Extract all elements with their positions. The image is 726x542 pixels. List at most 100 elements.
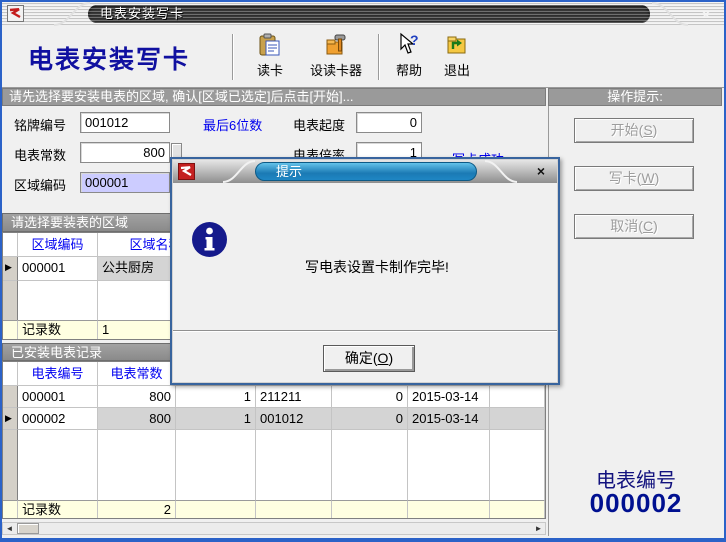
filler-cell	[98, 430, 176, 500]
filler-cell	[18, 281, 98, 320]
reader-setup-button[interactable]: 设读卡器	[298, 30, 374, 86]
svg-text:?: ?	[410, 32, 419, 48]
page-title: 电表安装写卡	[28, 40, 190, 76]
filler-cell	[332, 430, 408, 500]
exit-button[interactable]: 退出	[434, 30, 480, 86]
instruction-bar: 请先选择要安装电表的区域, 确认[区域已选定]后点击[开始]...	[2, 88, 546, 106]
titlebar-swoosh	[54, 2, 90, 26]
write-card-button[interactable]: 写卡(W)	[574, 166, 694, 191]
start-reading-input[interactable]: 0	[356, 112, 422, 133]
meter-number-value: 000002	[549, 488, 723, 519]
constant-label: 电表常数	[14, 145, 66, 164]
help-label: 帮助	[396, 60, 422, 79]
region-code-input[interactable]: 000001	[80, 172, 170, 193]
table-row[interactable]: 000001 800 1 211211 0 2015-03-14	[3, 386, 545, 408]
toolbar: 电表安装写卡 读卡	[2, 26, 724, 88]
cell-ratio[interactable]: 1	[176, 408, 256, 430]
region-code-label: 区域编码	[14, 175, 66, 194]
nameplate-input[interactable]: 001012	[80, 112, 170, 133]
footer-marker	[3, 320, 18, 340]
filler-cell	[408, 430, 490, 500]
filler-marker	[3, 281, 18, 320]
close-icon[interactable]: ×	[698, 6, 714, 22]
read-card-button[interactable]: 读卡	[242, 30, 298, 86]
constant-input[interactable]: 800	[80, 142, 170, 163]
region-col-code[interactable]: 区域编码	[18, 233, 98, 257]
titlebar-swoosh-right	[652, 2, 688, 26]
cell-extra	[490, 386, 545, 408]
dialog-separator	[173, 330, 557, 332]
reader-setup-label: 设读卡器	[310, 60, 362, 79]
read-card-label: 读卡	[257, 60, 283, 79]
footer-cell	[490, 500, 545, 519]
dialog-close-icon[interactable]: ×	[533, 163, 549, 179]
footer-cell	[256, 500, 332, 519]
footer-cell	[176, 500, 256, 519]
start-reading-label: 电表起度	[293, 115, 345, 134]
dialog-logo-icon	[178, 163, 195, 180]
cell-meter-number[interactable]: 000002	[18, 408, 98, 430]
meters-record-count-label: 记录数	[18, 500, 98, 519]
nameplate-hint: 最后6位数	[203, 115, 262, 134]
help-button[interactable]: ? 帮助	[386, 30, 432, 86]
exit-icon	[444, 32, 470, 58]
meter-col-constant[interactable]: 电表常数	[98, 362, 176, 386]
dialog-message: 写电表设置卡制作完毕!	[305, 257, 449, 277]
window-title-pill: 电表安装写卡	[88, 5, 650, 23]
nameplate-label: 铭牌编号	[14, 115, 66, 134]
toolbar-separator-2	[378, 34, 380, 80]
table-row[interactable]: ▶ 000002 800 1 001012 0 2015-03-14	[3, 408, 545, 430]
dialog-title: 提示	[276, 164, 302, 179]
toolbar-separator	[232, 34, 234, 80]
row-marker-icon: ▶	[3, 257, 18, 281]
cell-meter-number[interactable]: 000001	[18, 386, 98, 408]
cell-nameplate[interactable]: 211211	[256, 386, 332, 408]
window-title: 电表安装写卡	[100, 6, 184, 21]
row-marker	[3, 386, 18, 408]
region-record-count-label: 记录数	[18, 320, 98, 340]
filler-cell	[176, 430, 256, 500]
filler-cell	[490, 430, 545, 500]
ok-button[interactable]: 确定(O)	[323, 345, 415, 372]
meters-record-count-value: 2	[98, 500, 176, 519]
cell-start[interactable]: 0	[332, 408, 408, 430]
reader-setup-icon	[323, 32, 349, 58]
filler-marker	[3, 430, 18, 500]
meters-grid-footer: 记录数 2	[3, 500, 545, 519]
cell-date[interactable]: 2015-03-14	[408, 386, 490, 408]
cell-date[interactable]: 2015-03-14	[408, 408, 490, 430]
side-panel-title: 操作提示:	[548, 88, 722, 106]
cell-constant[interactable]: 800	[98, 386, 176, 408]
region-cell-code[interactable]: 000001	[18, 257, 98, 281]
app-logo-icon	[7, 5, 24, 22]
cell-start[interactable]: 0	[332, 386, 408, 408]
horizontal-scrollbar[interactable]: ◄ ►	[2, 522, 546, 535]
dialog-swoosh-right	[485, 160, 517, 183]
help-icon: ?	[396, 32, 422, 58]
row-marker-icon: ▶	[3, 408, 18, 430]
header-marker-cell	[3, 233, 18, 257]
footer-marker	[3, 500, 18, 519]
filler-cell	[256, 430, 332, 500]
scroll-left-icon[interactable]: ◄	[3, 523, 16, 534]
filler-cell	[18, 430, 98, 500]
message-dialog: 提示 × 写电表设置卡制作完毕! 确定(O)	[170, 157, 560, 385]
footer-cell	[332, 500, 408, 519]
start-button[interactable]: 开始(S)	[574, 118, 694, 143]
cell-constant[interactable]: 800	[98, 408, 176, 430]
footer-cell	[408, 500, 490, 519]
scrollbar-thumb[interactable]	[17, 523, 39, 534]
dialog-titlebar: 提示 ×	[173, 160, 557, 183]
side-panel: 开始(S) 写卡(W) 取消(C) 电表编号 000002	[548, 106, 722, 536]
meters-grid-filler	[3, 430, 545, 500]
cell-ratio[interactable]: 1	[176, 386, 256, 408]
dialog-swoosh	[223, 160, 255, 183]
cancel-button[interactable]: 取消(C)	[574, 214, 694, 239]
info-icon	[191, 221, 228, 258]
cell-nameplate[interactable]: 001012	[256, 408, 332, 430]
meter-col-number[interactable]: 电表编号	[18, 362, 98, 386]
dialog-title-pill: 提示	[255, 162, 477, 181]
app-window: 电表安装写卡 × 电表安装写卡 读卡	[0, 0, 726, 542]
scroll-right-icon[interactable]: ►	[532, 523, 545, 534]
read-card-icon	[257, 32, 283, 58]
